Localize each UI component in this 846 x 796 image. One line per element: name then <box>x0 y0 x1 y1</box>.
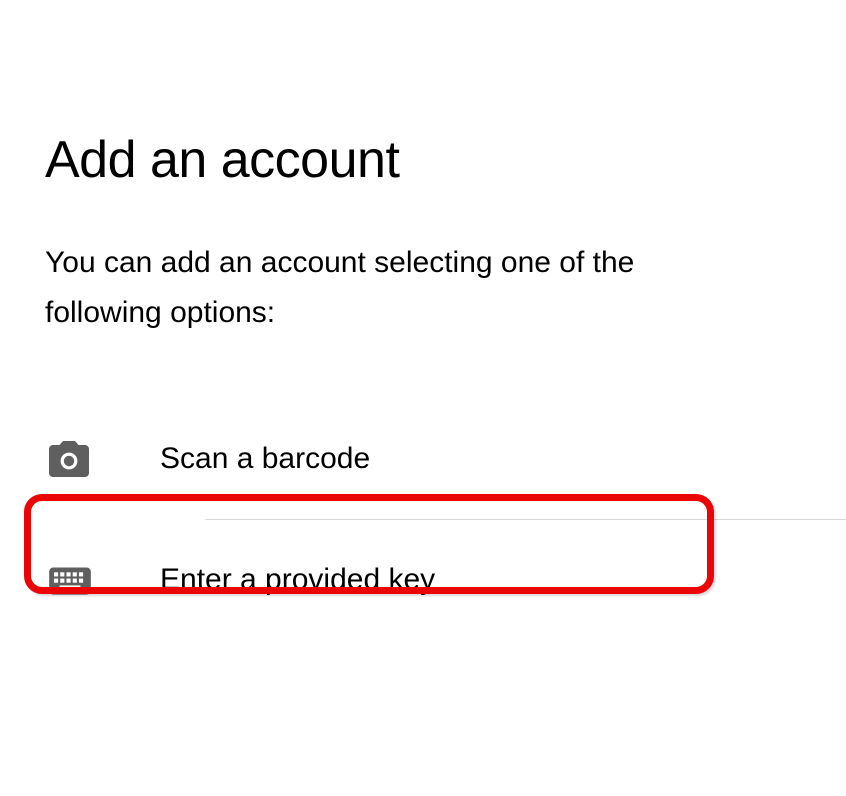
option-enter-key[interactable]: Enter a provided key <box>45 520 846 640</box>
camera-icon <box>45 435 93 483</box>
page-subtitle: You can add an account selecting one of … <box>45 238 725 337</box>
option-scan-barcode[interactable]: Scan a barcode <box>45 399 846 519</box>
option-label: Enter a provided key <box>160 563 435 597</box>
page-title: Add an account <box>45 130 846 190</box>
options-list: Scan a barcode <box>45 399 846 640</box>
keyboard-icon <box>45 555 95 605</box>
option-label: Scan a barcode <box>160 442 370 476</box>
